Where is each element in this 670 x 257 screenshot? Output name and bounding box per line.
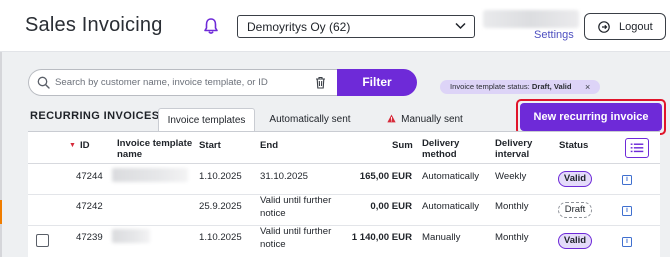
chevron-down-icon	[455, 22, 466, 30]
close-icon[interactable]: ×	[585, 82, 590, 92]
active-filter-chip-label: Invoice template status: Draft, Valid	[450, 82, 572, 91]
row-3-checkbox[interactable]	[36, 234, 49, 247]
row-3-delivery-interval: Monthly	[495, 232, 529, 243]
bell-icon[interactable]	[203, 17, 219, 35]
row-2-start: 25.9.2025	[199, 201, 242, 212]
column-header-sum[interactable]: Sum	[392, 140, 413, 151]
row-3-name-blurred	[112, 229, 150, 243]
row-3-delivery-method: Manually	[422, 232, 461, 243]
logout-button[interactable]: Logout	[584, 13, 666, 40]
column-header-delivery-interval[interactable]: Delivery interval	[495, 138, 555, 160]
column-header-name[interactable]: Invoice template name	[117, 138, 197, 160]
search-input[interactable]: Search by customer name, invoice templat…	[28, 69, 338, 96]
column-header-status[interactable]: Status	[559, 140, 588, 151]
row-1-delivery-interval: Weekly	[495, 171, 527, 182]
row-1-info-icon[interactable]: i	[622, 175, 632, 185]
app-title: Sales Invoicing	[25, 14, 163, 36]
sort-desc-icon: ▼	[69, 142, 76, 149]
row-2-sum: 0,00 EUR	[370, 201, 412, 212]
user-name-blurred	[483, 10, 579, 28]
column-header-end[interactable]: End	[260, 140, 278, 151]
row-1-delivery-method: Automatically	[422, 171, 480, 182]
row-1-end: 31.10.2025	[260, 171, 309, 182]
table-header-divider	[28, 163, 660, 164]
tab-manually-sent-label: Manually sent	[401, 114, 463, 125]
company-select-value: Demoyritys Oy (62)	[247, 20, 351, 34]
trash-icon[interactable]	[315, 76, 326, 89]
row-3-status-badge: Valid	[558, 233, 592, 249]
section-title: RECURRING INVOICES	[30, 110, 160, 122]
tab-automatically-sent[interactable]: Automatically sent	[258, 108, 362, 132]
row-1-id: 47244	[76, 171, 103, 182]
row-2-id: 47242	[76, 201, 103, 212]
row-1-start: 1.10.2025	[199, 171, 242, 182]
filter-button[interactable]: Filter	[337, 69, 417, 96]
logout-icon	[598, 21, 610, 33]
row-2-delivery-interval: Monthly	[495, 201, 529, 212]
new-recurring-invoice-button[interactable]: New recurring invoice	[520, 103, 662, 131]
column-settings-icon[interactable]	[625, 138, 649, 158]
settings-link[interactable]: Settings	[534, 29, 574, 41]
logout-label: Logout	[619, 21, 653, 33]
company-select[interactable]: Demoyritys Oy (62)	[237, 15, 475, 38]
left-edge-bar	[0, 52, 2, 257]
top-header: Sales Invoicing Demoyritys Oy (62) Setti…	[0, 0, 670, 52]
active-filter-chip[interactable]: Invoice template status: Draft, Valid ×	[440, 80, 600, 94]
tab-manually-sent[interactable]: Manually sent	[370, 108, 480, 132]
tab-invoice-templates[interactable]: Invoice templates	[158, 108, 255, 132]
row-3-info-icon[interactable]: i	[622, 237, 632, 247]
row-2-info-icon[interactable]: i	[622, 206, 632, 216]
search-placeholder: Search by customer name, invoice templat…	[55, 77, 268, 88]
column-header-delivery-method[interactable]: Delivery method	[422, 138, 482, 160]
row-3-start: 1.10.2025	[199, 232, 242, 243]
row-3-id: 47239	[76, 232, 103, 243]
row-2-status-badge: Draft	[558, 202, 592, 218]
row-3-sum: 1 140,00 EUR	[351, 232, 412, 243]
column-header-id[interactable]: ▼ ID	[69, 140, 90, 152]
warning-icon	[387, 114, 396, 123]
row-1-status-badge: Valid	[558, 171, 592, 187]
row-2-delivery-method: Automatically	[422, 201, 480, 212]
left-edge-accent	[0, 200, 2, 224]
search-icon	[37, 76, 50, 89]
row-1-sum: 165,00 EUR	[359, 171, 412, 182]
column-header-start[interactable]: Start	[199, 140, 221, 151]
row-1-name-blurred	[112, 168, 188, 182]
